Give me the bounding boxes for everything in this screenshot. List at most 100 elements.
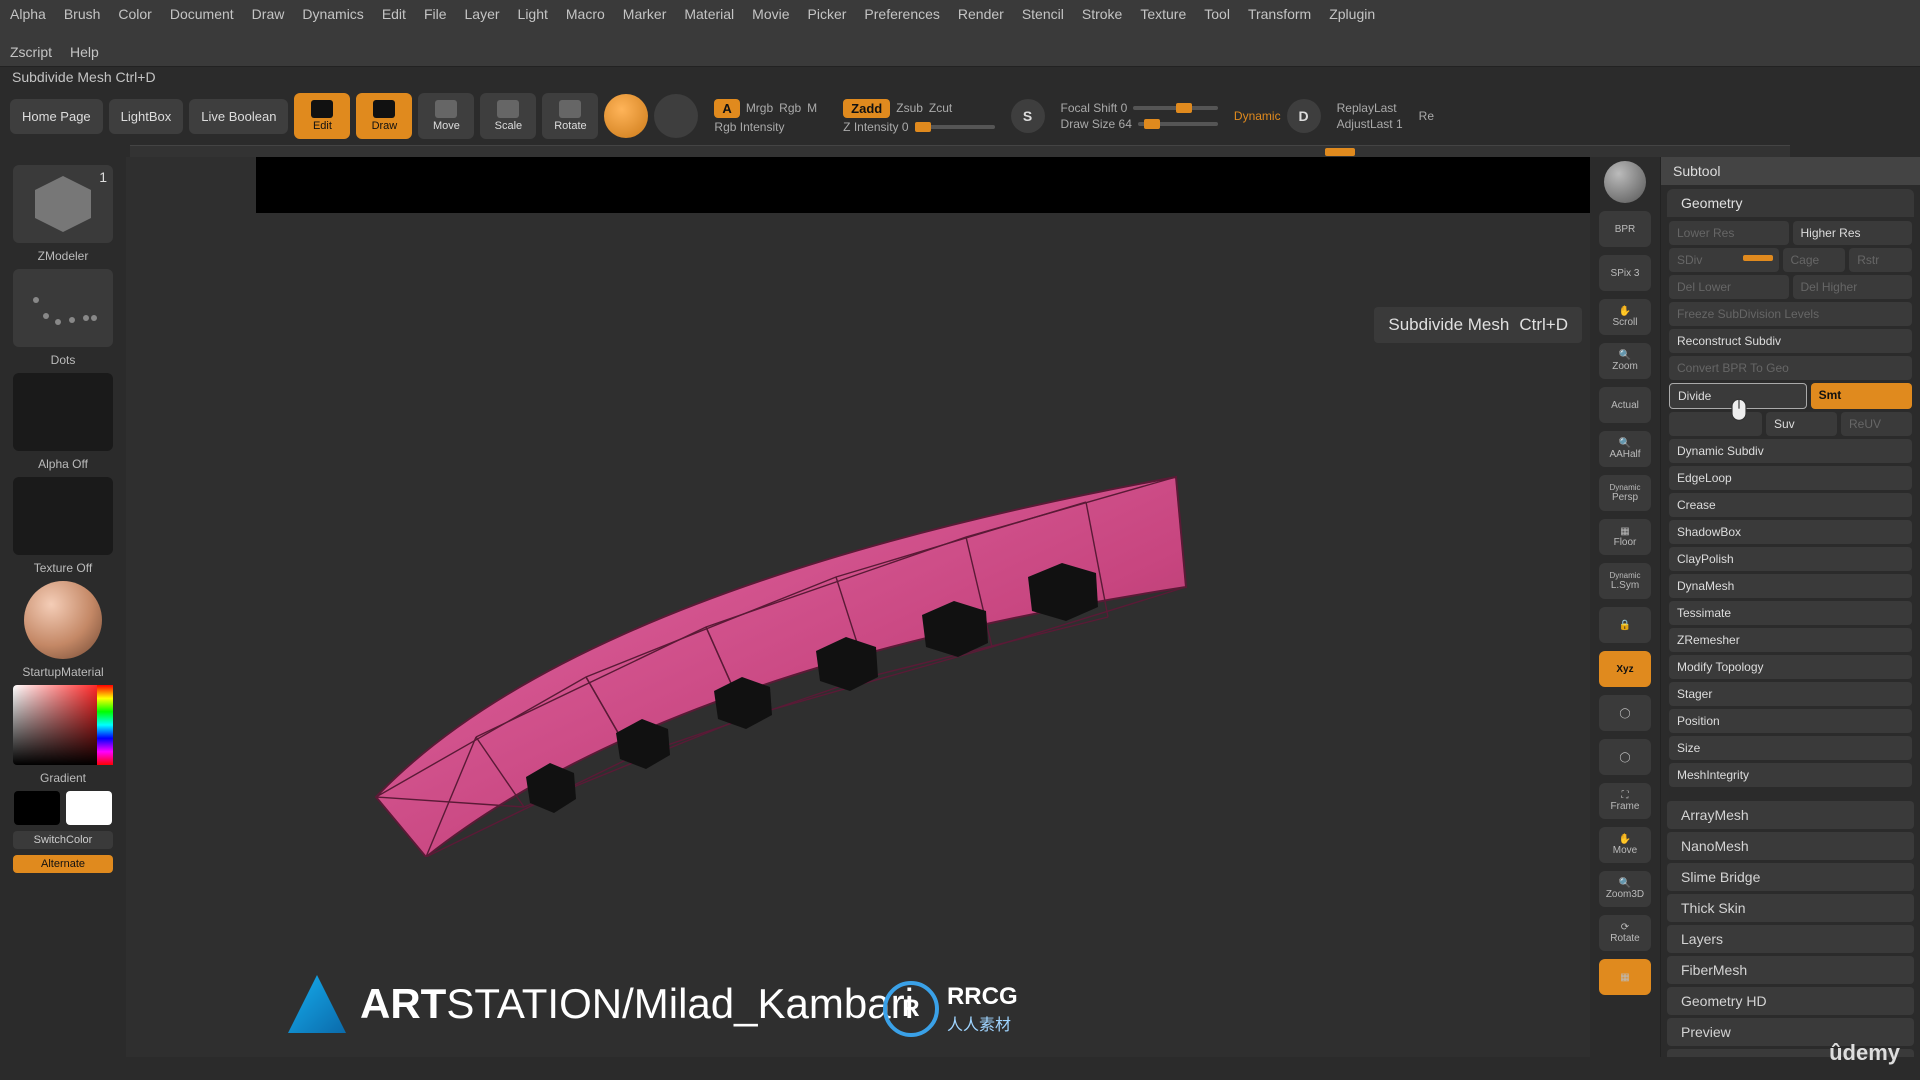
alternate-button[interactable]: Alternate xyxy=(13,855,113,873)
menu-dynamics[interactable]: Dynamics xyxy=(302,6,363,22)
re-button[interactable]: Re xyxy=(1419,109,1434,123)
move-mode-button[interactable]: Move xyxy=(418,93,474,139)
divide-button[interactable]: Divide xyxy=(1669,383,1807,409)
xyz-button[interactable]: Xyz xyxy=(1599,651,1651,687)
modify-topology-item[interactable]: Modify Topology xyxy=(1669,655,1912,679)
menu-render[interactable]: Render xyxy=(958,6,1004,22)
rstr-toggle[interactable]: Rstr xyxy=(1849,248,1912,272)
stroke-thumb[interactable] xyxy=(13,269,113,347)
sdiv-slider[interactable]: SDiv xyxy=(1669,248,1779,272)
geometry-hd-item[interactable]: Geometry HD xyxy=(1667,987,1914,1015)
slime-bridge-item[interactable]: Slime Bridge xyxy=(1667,863,1914,891)
switch-color-button[interactable]: SwitchColor xyxy=(13,831,113,849)
z-axis-button[interactable]: ◯ xyxy=(1599,739,1651,775)
dynamic-toggle[interactable]: Dynamic xyxy=(1234,109,1281,123)
a-toggle[interactable]: A xyxy=(714,99,739,118)
scroll-button[interactable]: ✋Scroll xyxy=(1599,299,1651,335)
menu-help[interactable]: Help xyxy=(70,44,99,60)
m-toggle[interactable]: M xyxy=(807,101,817,115)
scale-mode-button[interactable]: Scale xyxy=(480,93,536,139)
freeze-subdiv-button[interactable]: Freeze SubDivision Levels xyxy=(1669,302,1912,326)
layers-item[interactable]: Layers xyxy=(1667,925,1914,953)
crease-item[interactable]: Crease xyxy=(1669,493,1912,517)
menu-alpha[interactable]: Alpha xyxy=(10,6,46,22)
tessimate-item[interactable]: Tessimate xyxy=(1669,601,1912,625)
move-view-button[interactable]: ✋Move xyxy=(1599,827,1651,863)
menu-stroke[interactable]: Stroke xyxy=(1082,6,1122,22)
zcut-toggle[interactable]: Zcut xyxy=(929,101,952,115)
dynamic-subdiv-item[interactable]: Dynamic Subdiv xyxy=(1669,439,1912,463)
zoom-button[interactable]: 🔍Zoom xyxy=(1599,343,1651,379)
reuv-button[interactable]: ReUV xyxy=(1841,412,1912,436)
menu-layer[interactable]: Layer xyxy=(465,6,500,22)
menu-draw[interactable]: Draw xyxy=(252,6,285,22)
texture-thumb[interactable] xyxy=(13,477,113,555)
timeline[interactable] xyxy=(130,145,1790,157)
shadowbox-item[interactable]: ShadowBox xyxy=(1669,520,1912,544)
nanomesh-item[interactable]: NanoMesh xyxy=(1667,832,1914,860)
hue-strip[interactable] xyxy=(97,685,113,765)
menu-file[interactable]: File xyxy=(424,6,447,22)
menu-zplugin[interactable]: Zplugin xyxy=(1329,6,1375,22)
grid-toggle-button[interactable]: ▦ xyxy=(1599,959,1651,995)
menu-marker[interactable]: Marker xyxy=(623,6,667,22)
menu-edit[interactable]: Edit xyxy=(382,6,406,22)
subtool-header[interactable]: Subtool xyxy=(1661,157,1920,185)
timeline-marker[interactable] xyxy=(1325,148,1355,156)
swatch-white[interactable] xyxy=(66,791,112,825)
brush-circle-a[interactable] xyxy=(604,94,648,138)
draw-mode-button[interactable]: Draw xyxy=(356,93,412,139)
rotate-view-button[interactable]: ⟳Rotate xyxy=(1599,915,1651,951)
frame-button[interactable]: ⛶Frame xyxy=(1599,783,1651,819)
menu-brush[interactable]: Brush xyxy=(64,6,101,22)
alpha-thumb[interactable] xyxy=(13,373,113,451)
zadd-toggle[interactable]: Zadd xyxy=(843,99,890,118)
zoom3d-button[interactable]: 🔍Zoom3D xyxy=(1599,871,1651,907)
color-picker[interactable] xyxy=(13,685,113,765)
stager-item[interactable]: Stager xyxy=(1669,682,1912,706)
lock-button[interactable]: 🔒 xyxy=(1599,607,1651,643)
d-badge[interactable]: D xyxy=(1287,99,1321,133)
thick-skin-item[interactable]: Thick Skin xyxy=(1667,894,1914,922)
cage-toggle[interactable]: Cage xyxy=(1783,248,1846,272)
smt-toggle[interactable]: Smt xyxy=(1811,383,1912,409)
mesh-object[interactable] xyxy=(316,437,1196,857)
y-axis-button[interactable]: ◯ xyxy=(1599,695,1651,731)
lsym-button[interactable]: DynamicL.Sym xyxy=(1599,563,1651,599)
render-sphere-icon[interactable] xyxy=(1604,161,1646,203)
menu-material[interactable]: Material xyxy=(684,6,734,22)
rgb-toggle[interactable]: Rgb xyxy=(779,101,801,115)
menu-light[interactable]: Light xyxy=(518,6,548,22)
actual-button[interactable]: Actual xyxy=(1599,387,1651,423)
bpr-button[interactable]: BPR xyxy=(1599,211,1651,247)
menu-preferences[interactable]: Preferences xyxy=(864,6,939,22)
convert-bpr-button[interactable]: Convert BPR To Geo xyxy=(1669,356,1912,380)
gradient-label[interactable]: Gradient xyxy=(40,771,86,785)
viewport[interactable]: ARTSTATION/Milad_Kambari R RRCG人人素材 Subd… xyxy=(126,157,1590,1057)
arraymesh-item[interactable]: ArrayMesh xyxy=(1667,801,1914,829)
floor-button[interactable]: ▦Floor xyxy=(1599,519,1651,555)
live-boolean-button[interactable]: Live Boolean xyxy=(189,99,288,134)
edit-mode-button[interactable]: Edit xyxy=(294,93,350,139)
adjust-last-label[interactable]: AdjustLast 1 xyxy=(1337,117,1403,131)
geometry-header[interactable]: Geometry xyxy=(1667,189,1914,217)
mesh-integrity-item[interactable]: MeshIntegrity xyxy=(1669,763,1912,787)
persp-button[interactable]: DynamicPersp xyxy=(1599,475,1651,511)
higher-res-button[interactable]: Higher Res xyxy=(1793,221,1913,245)
claypolish-item[interactable]: ClayPolish xyxy=(1669,547,1912,571)
rotate-mode-button[interactable]: Rotate xyxy=(542,93,598,139)
menu-zscript[interactable]: Zscript xyxy=(10,44,52,60)
replay-last-button[interactable]: ReplayLast xyxy=(1337,101,1403,115)
lightbox-button[interactable]: LightBox xyxy=(109,99,184,134)
home-page-button[interactable]: Home Page xyxy=(10,99,103,134)
del-higher-button[interactable]: Del Higher xyxy=(1793,275,1913,299)
menu-transform[interactable]: Transform xyxy=(1248,6,1311,22)
size-item[interactable]: Size xyxy=(1669,736,1912,760)
zremesher-item[interactable]: ZRemesher xyxy=(1669,628,1912,652)
menu-tool[interactable]: Tool xyxy=(1204,6,1230,22)
mrgb-toggle[interactable]: Mrgb xyxy=(746,101,773,115)
material-thumb[interactable] xyxy=(24,581,102,659)
menu-color[interactable]: Color xyxy=(118,6,151,22)
suv-toggle[interactable]: Suv xyxy=(1766,412,1837,436)
del-lower-button[interactable]: Del Lower xyxy=(1669,275,1789,299)
